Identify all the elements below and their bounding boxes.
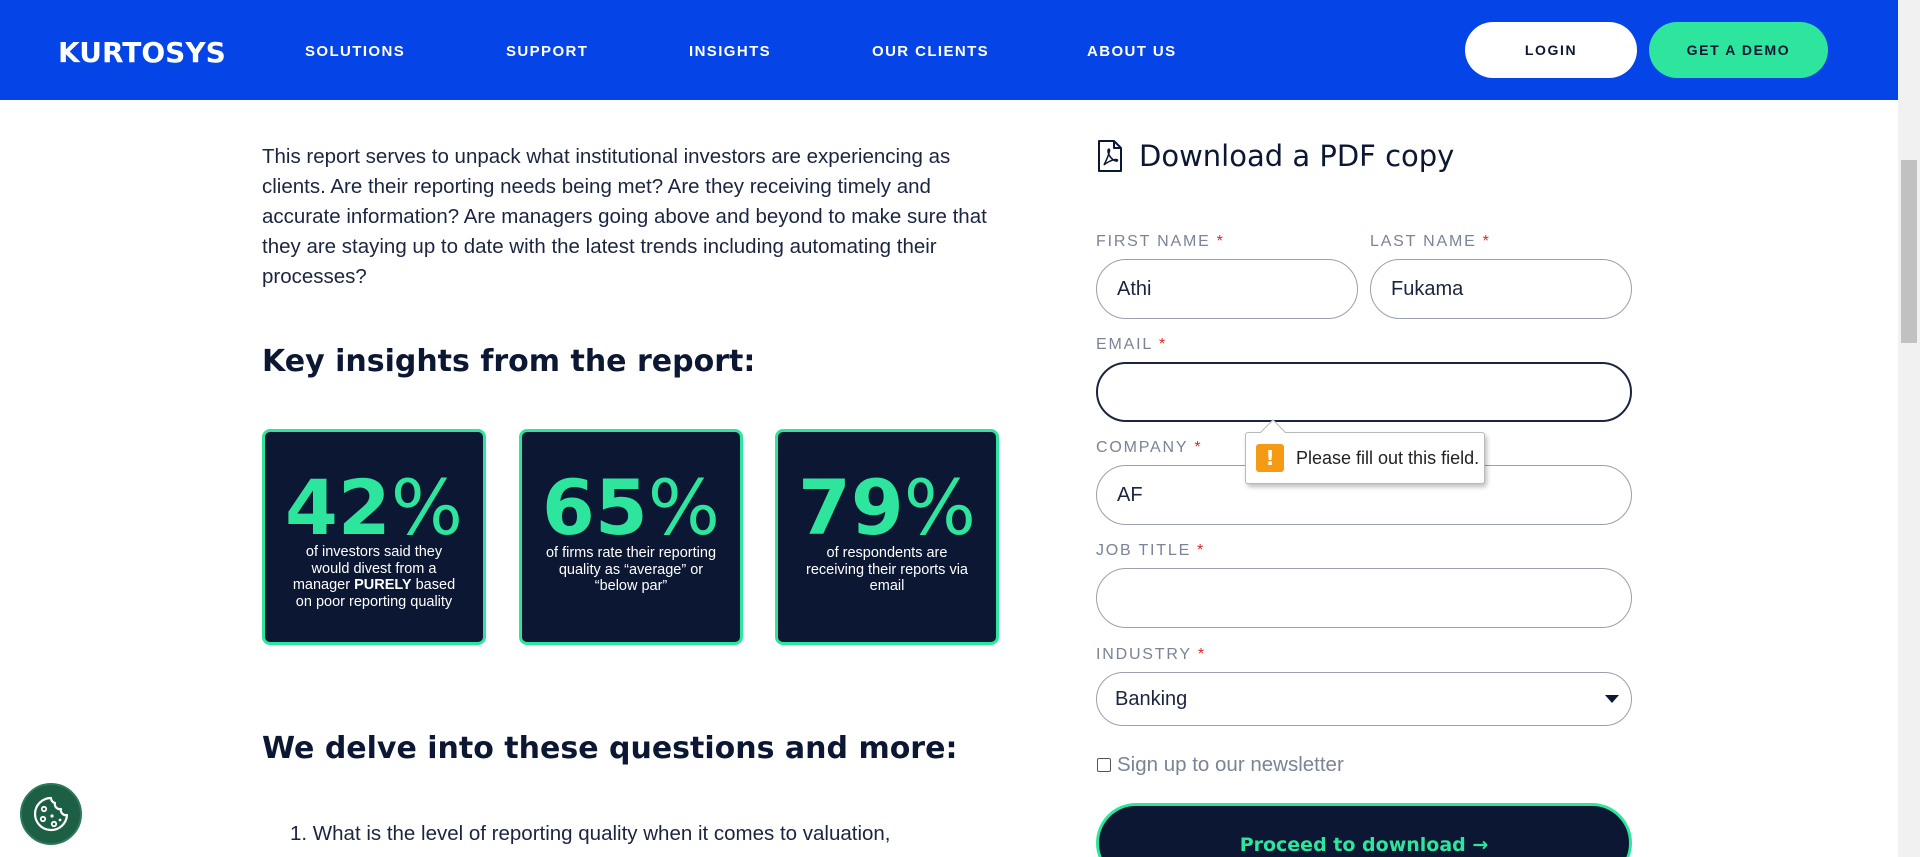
industry-label: INDUSTRY *	[1096, 646, 1205, 663]
form-title: Download a PDF copy	[1139, 139, 1455, 173]
last-name-input[interactable]: Fukama	[1370, 259, 1632, 319]
chevron-down-icon	[1605, 695, 1619, 703]
newsletter-checkbox[interactable]	[1097, 758, 1111, 772]
industry-select[interactable]: Banking	[1096, 672, 1632, 726]
nav-support[interactable]: SUPPORT	[506, 43, 588, 60]
list-item: 1. What is the level of reporting qualit…	[290, 822, 891, 845]
site-header: KURTOSYS SOLUTIONS SUPPORT INSIGHTS OUR …	[0, 0, 1898, 100]
stat-description: of investors said they would divest from…	[292, 544, 456, 610]
nav-our-clients[interactable]: OUR CLIENTS	[872, 43, 989, 60]
delve-heading: We delve into these questions and more:	[262, 731, 958, 766]
nav-insights[interactable]: INSIGHTS	[689, 43, 771, 60]
cookie-icon	[33, 796, 69, 832]
proceed-to-download-button[interactable]: Proceed to download →	[1096, 803, 1632, 857]
validation-message: Please fill out this field.	[1296, 447, 1480, 468]
pdf-file-icon	[1098, 140, 1122, 172]
tooltip-arrow	[1260, 419, 1286, 445]
last-name-label: LAST NAME *	[1370, 233, 1489, 250]
stat-description: of respondents are receiving their repor…	[806, 545, 968, 594]
stat-description: of firms rate their reporting quality as…	[545, 545, 717, 594]
intro-paragraph: This report serves to unpack what instit…	[262, 145, 987, 288]
first-name-label: FIRST NAME *	[1096, 233, 1223, 250]
stat-card: 65% of firms rate their reporting qualit…	[519, 429, 743, 645]
key-insights-heading: Key insights from the report:	[262, 344, 756, 379]
stat-card: 42% of investors said they would divest …	[262, 429, 486, 645]
stat-value: 79%	[798, 463, 976, 552]
job-title-input[interactable]	[1096, 568, 1632, 628]
cookie-settings-button[interactable]	[20, 783, 82, 845]
newsletter-option[interactable]: Sign up to our newsletter	[1097, 753, 1344, 777]
stat-value: 42%	[285, 463, 463, 552]
proceed-button-label: Proceed to download →	[1239, 834, 1489, 856]
newsletter-label: Sign up to our newsletter	[1117, 753, 1344, 776]
warning-icon: !	[1256, 444, 1284, 472]
login-button[interactable]: LOGIN	[1465, 22, 1637, 78]
get-a-demo-button[interactable]: GET A DEMO	[1649, 22, 1828, 78]
first-name-input[interactable]: Athi	[1096, 259, 1358, 319]
job-title-label: JOB TITLE *	[1096, 542, 1204, 559]
company-label: COMPANY *	[1096, 439, 1201, 456]
nav-solutions[interactable]: SOLUTIONS	[305, 43, 405, 60]
scrollbar-thumb[interactable]	[1901, 160, 1917, 343]
page-scrollbar[interactable]	[1898, 0, 1920, 857]
nav-about-us[interactable]: ABOUT US	[1087, 43, 1177, 60]
kurtosys-logo[interactable]: KURTOSYS	[58, 36, 226, 69]
stat-card: 79% of respondents are receiving their r…	[775, 429, 999, 645]
email-input[interactable]	[1096, 362, 1632, 422]
validation-tooltip: ! Please fill out this field.	[1245, 419, 1485, 484]
industry-selected-value: Banking	[1115, 687, 1188, 710]
email-label: EMAIL *	[1096, 336, 1166, 353]
stat-value: 65%	[542, 463, 720, 552]
